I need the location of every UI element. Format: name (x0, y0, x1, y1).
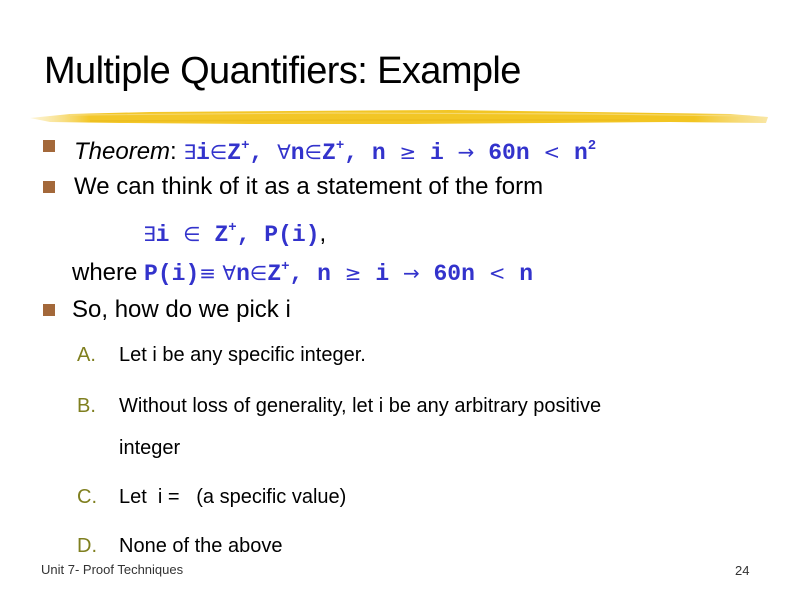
math-text: , n (289, 261, 345, 287)
element-of-symbol: ∈ (249, 261, 268, 285)
bullet-text: We can think of it as a statement of the… (74, 173, 544, 200)
exists-symbol: ∃ (183, 140, 197, 164)
math-var-n: n (560, 140, 588, 166)
option-letter: B. (77, 395, 96, 417)
bullet-square-icon (43, 140, 55, 152)
option-letter: C. (77, 486, 97, 508)
math-text: 60n (474, 140, 544, 166)
theorem-label-separator: : (170, 138, 184, 165)
math-var-n: n (290, 140, 305, 166)
math-text: , n (344, 140, 400, 166)
predicate-p-of-i: P(i) (144, 261, 200, 287)
bullet-square-icon (43, 181, 55, 193)
option-letter: D. (77, 535, 97, 557)
math-var-n: n (236, 261, 250, 287)
less-than-symbol: < (543, 140, 561, 164)
math-set-z: Z (267, 261, 282, 287)
math-set-z: Z (200, 222, 229, 248)
option-text: None of the above (119, 535, 283, 557)
superscript-plus: + (228, 220, 237, 236)
theorem-line: Theorem: ∃i∈Z+, ∀n∈Z+, n ≥ i → 60n < n2 (74, 131, 596, 168)
bullet-square-icon (43, 304, 55, 316)
math-set-z: Z (322, 140, 336, 166)
math-var-i: i (155, 222, 184, 248)
where-line: where P(i)≡ ∀n∈Z+, n ≥ i → 60n < n (72, 252, 533, 289)
footer-unit-label: Unit 7- Proof Techniques (41, 562, 184, 577)
geq-symbol: ≥ (344, 261, 362, 285)
option-b: B. Without loss of generality, let i be a… (77, 393, 601, 419)
equivalence-symbol: ≡ (199, 261, 223, 285)
option-d: D. None of the above (77, 533, 282, 559)
geq-symbol: ≥ (399, 140, 417, 164)
option-c: C. Let i = (a specific value) (77, 484, 346, 510)
forall-symbol: ∀ (222, 261, 237, 285)
math-var-i: i (196, 140, 210, 166)
less-than-symbol: < (488, 261, 506, 285)
slide: Multiple Quantifiers: Example Theorem: ∃… (0, 0, 794, 595)
where-word: where (72, 259, 145, 286)
theorem-label: Theorem (74, 138, 171, 165)
forall-symbol: ∀ (277, 140, 291, 164)
math-var-i: i (416, 140, 458, 166)
exists-symbol: ∃ (143, 222, 156, 246)
superscript-plus: + (335, 138, 345, 154)
math-var-i: i (361, 261, 403, 287)
option-a: A. Let i be any specific integer. (77, 342, 366, 368)
footer-page-number: 24 (735, 563, 750, 578)
option-text: Let i = (a specific value) (119, 486, 347, 508)
math-text: , P(i) (236, 222, 320, 248)
trailing-comma: , (319, 220, 327, 247)
option-text: Let i be any specific integer. (119, 344, 366, 366)
math-comma: , (249, 140, 278, 166)
superscript-plus: + (281, 259, 290, 275)
implies-arrow-symbol: → (457, 140, 475, 164)
math-text: 60n (419, 261, 489, 287)
slide-title: Multiple Quantifiers: Example (44, 50, 521, 92)
option-text: Without loss of generality, let i be any… (119, 395, 602, 417)
title-underline-brush-stroke (30, 110, 768, 124)
implies-arrow-symbol: → (402, 261, 420, 285)
option-letter: A. (77, 344, 96, 366)
element-of-symbol: ∈ (183, 222, 201, 246)
element-of-symbol: ∈ (209, 140, 228, 164)
math-var-n: n (505, 261, 534, 287)
math-set-z: Z (227, 140, 242, 166)
bullet-text: So, how do we pick i (72, 296, 291, 323)
form-line: ∃i ∈ Z+, P(i), (143, 213, 326, 250)
option-b-continuation: integer (119, 437, 181, 459)
element-of-symbol: ∈ (304, 140, 323, 164)
exponent: 2 (587, 138, 597, 154)
